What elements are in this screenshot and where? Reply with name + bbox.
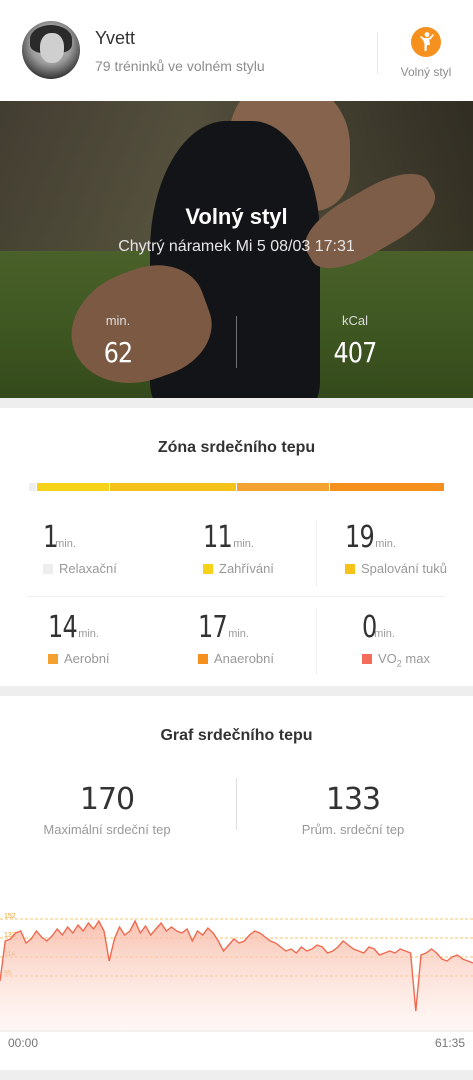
calories-label: kCal bbox=[341, 313, 368, 328]
chart-time-end: 61:35 bbox=[434, 1036, 465, 1050]
duration-label: min. bbox=[105, 313, 131, 328]
workout-hero: Volný styl Chytrý náramek Mi 5 08/03 17:… bbox=[0, 101, 473, 398]
user-avatar[interactable] bbox=[22, 21, 80, 79]
calories-value: 407 bbox=[333, 336, 378, 369]
zone-unit: min. bbox=[228, 628, 249, 640]
header-divider bbox=[377, 32, 378, 74]
avg-heart-rate-label: Prům. srdeční tep bbox=[301, 822, 405, 837]
threshold-label: 152 bbox=[4, 913, 16, 920]
duration-value: 62 bbox=[103, 336, 133, 369]
profile-header: Yvett 79 tréninků ve volném stylu Volný … bbox=[0, 0, 473, 101]
zone-value: 19 bbox=[345, 520, 375, 555]
user-name: Yvett bbox=[95, 28, 136, 48]
heart-rate-zones-card: Zóna srdečního tepu 1min. Relaxační 11mi… bbox=[0, 408, 473, 686]
zone-label: Aerobní bbox=[64, 651, 110, 666]
zone-value: 11 bbox=[203, 520, 233, 555]
zone-color-swatch bbox=[362, 654, 372, 664]
heart-rate-graph-card: Graf srdečního tepu 170 Maximální srdečn… bbox=[0, 696, 473, 1070]
zone-vo2max: 0min. VO2 max bbox=[362, 610, 473, 669]
avatar-face bbox=[40, 33, 64, 63]
hr-stat-divider bbox=[236, 778, 237, 830]
zone-fatburn: 19min. Spalování tuků bbox=[345, 520, 473, 576]
zone-bar-relaxation bbox=[29, 483, 36, 491]
workout-device-date: Chytrý náramek Mi 5 08/03 17:31 bbox=[118, 238, 355, 255]
zone-row-divider bbox=[28, 596, 444, 597]
zone-value: 0 bbox=[362, 610, 377, 645]
activity-type-label: Volný styl bbox=[400, 65, 452, 79]
zone-color-swatch bbox=[198, 654, 208, 664]
zone-bar-aerobic bbox=[237, 483, 329, 491]
hr-graph-title: Graf srdečního tepu bbox=[160, 727, 313, 744]
freestyle-activity-icon bbox=[411, 27, 441, 57]
zone-label: Zahřívání bbox=[219, 561, 274, 576]
zone-unit: min. bbox=[55, 538, 76, 550]
max-heart-rate-label: Maximální srdeční tep bbox=[43, 822, 171, 837]
zone-unit: min. bbox=[375, 538, 396, 550]
zone-label-suffix: max bbox=[401, 651, 430, 666]
heart-rate-chart[interactable]: 15213311495 bbox=[0, 886, 473, 1036]
zone-color-swatch bbox=[345, 564, 355, 574]
zone-color-swatch bbox=[43, 564, 53, 574]
zone-color-swatch bbox=[203, 564, 213, 574]
zone-aerobic: 14min. Aerobní bbox=[48, 610, 198, 666]
zone-label: Relaxační bbox=[59, 561, 117, 576]
zone-color-swatch bbox=[48, 654, 58, 664]
user-workout-count: 79 tréninků ve volném stylu bbox=[95, 58, 265, 74]
zone-unit: min. bbox=[78, 628, 99, 640]
zone-value: 17 bbox=[198, 610, 228, 645]
zone-label: VO bbox=[378, 651, 397, 666]
zone-label: Spalování tuků bbox=[361, 561, 448, 576]
zone-bar-fatburn bbox=[110, 483, 236, 491]
zone-bar-warmup bbox=[37, 483, 109, 491]
zone-bar-anaerobic bbox=[330, 483, 444, 491]
activity-type-button[interactable]: Volný styl bbox=[390, 24, 462, 84]
zones-title: Zóna srdečního tepu bbox=[157, 439, 316, 456]
workout-title: Volný styl bbox=[185, 204, 288, 229]
heart-rate-area bbox=[0, 921, 473, 1031]
hero-stat-divider bbox=[236, 316, 237, 368]
zone-anaerobic: 17min. Anaerobní bbox=[198, 610, 348, 666]
zone-warmup: 11min. Zahřívání bbox=[203, 520, 353, 576]
zone-value: 14 bbox=[48, 610, 78, 645]
zone-relaxation: 1min. Relaxační bbox=[43, 520, 193, 576]
zone-unit: min. bbox=[233, 538, 254, 550]
max-heart-rate-value: 170 bbox=[79, 782, 135, 817]
zone-unit: min. bbox=[374, 628, 395, 640]
zone-value: 1 bbox=[43, 520, 58, 555]
zone-label: Anaerobní bbox=[214, 651, 274, 666]
avg-heart-rate-value: 133 bbox=[325, 782, 381, 817]
chart-time-start: 00:00 bbox=[8, 1036, 39, 1050]
